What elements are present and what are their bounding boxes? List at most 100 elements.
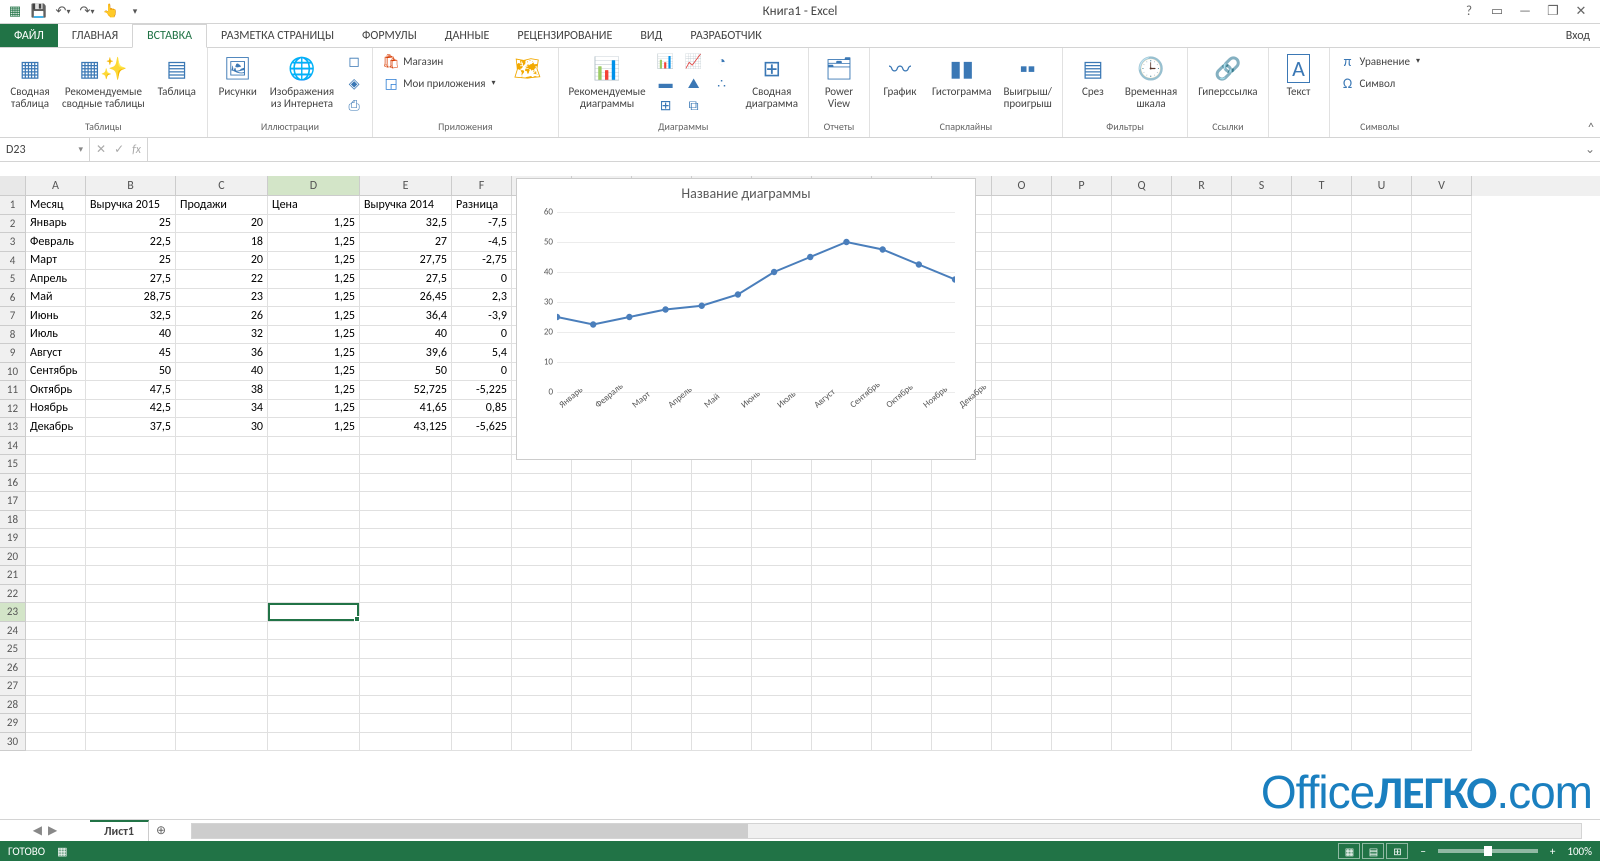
cell[interactable] <box>872 677 932 696</box>
cell[interactable] <box>360 622 452 641</box>
row-header[interactable]: 9 <box>0 344 26 363</box>
cell[interactable] <box>872 474 932 493</box>
cell[interactable] <box>992 529 1052 548</box>
cell[interactable] <box>1052 196 1112 215</box>
cell[interactable] <box>992 233 1052 252</box>
row-header[interactable]: 20 <box>0 548 26 567</box>
cell[interactable] <box>1412 696 1472 715</box>
cell[interactable] <box>1232 196 1292 215</box>
cell[interactable] <box>512 548 572 567</box>
cell[interactable] <box>1112 603 1172 622</box>
cell[interactable] <box>932 733 992 752</box>
column-header[interactable]: B <box>86 176 176 196</box>
cell[interactable] <box>1112 307 1172 326</box>
cell[interactable] <box>1352 307 1412 326</box>
sign-in-link[interactable]: Вход <box>1556 24 1600 47</box>
cell[interactable] <box>692 696 752 715</box>
cell[interactable] <box>1292 215 1352 234</box>
cell[interactable] <box>932 714 992 733</box>
cell[interactable] <box>268 529 360 548</box>
cell[interactable] <box>1352 622 1412 641</box>
cell[interactable] <box>1172 233 1232 252</box>
cell[interactable] <box>452 659 512 678</box>
cell[interactable] <box>452 714 512 733</box>
cell[interactable] <box>452 677 512 696</box>
row-header[interactable]: 26 <box>0 659 26 678</box>
row-header[interactable]: 27 <box>0 677 26 696</box>
cell[interactable] <box>1292 437 1352 456</box>
tab-file[interactable]: ФАЙЛ <box>0 24 58 47</box>
cell[interactable] <box>1292 696 1352 715</box>
cell[interactable] <box>1412 344 1472 363</box>
cell[interactable] <box>992 196 1052 215</box>
cell[interactable]: Июль <box>26 326 86 345</box>
cell[interactable] <box>26 529 86 548</box>
cell[interactable] <box>632 529 692 548</box>
scatter-chart-button[interactable]: ∴ <box>710 72 738 94</box>
cell[interactable] <box>1352 326 1412 345</box>
cell[interactable]: 42,5 <box>86 400 176 419</box>
cell[interactable] <box>572 603 632 622</box>
row-header[interactable]: 23 <box>0 603 26 622</box>
cell[interactable] <box>1352 196 1412 215</box>
cell[interactable] <box>1412 640 1472 659</box>
cell[interactable]: 0,85 <box>452 400 512 419</box>
row-header[interactable]: 18 <box>0 511 26 530</box>
cell[interactable] <box>452 492 512 511</box>
sheet-tab-active[interactable]: Лист1 <box>90 820 149 842</box>
cell[interactable]: 20 <box>176 215 268 234</box>
cell[interactable] <box>1352 455 1412 474</box>
cell[interactable] <box>1052 418 1112 437</box>
fx-icon[interactable]: fx <box>132 143 141 157</box>
column-header[interactable]: V <box>1412 176 1472 196</box>
cell[interactable] <box>1052 289 1112 308</box>
cell[interactable] <box>1172 566 1232 585</box>
cell[interactable] <box>176 437 268 456</box>
cell[interactable] <box>992 400 1052 419</box>
cell[interactable] <box>1292 474 1352 493</box>
cell[interactable] <box>632 566 692 585</box>
cell[interactable]: 32 <box>176 326 268 345</box>
cell[interactable] <box>692 622 752 641</box>
cell[interactable]: Май <box>26 289 86 308</box>
cell[interactable] <box>1172 474 1232 493</box>
cell[interactable] <box>86 640 176 659</box>
cell[interactable] <box>512 640 572 659</box>
cell[interactable] <box>992 659 1052 678</box>
cell[interactable]: Апрель <box>26 270 86 289</box>
cell[interactable]: -4,5 <box>452 233 512 252</box>
cell[interactable] <box>26 492 86 511</box>
cell[interactable] <box>752 714 812 733</box>
cell[interactable] <box>268 677 360 696</box>
cell[interactable] <box>752 566 812 585</box>
cell[interactable] <box>812 492 872 511</box>
cell[interactable] <box>1172 677 1232 696</box>
cell[interactable] <box>572 585 632 604</box>
column-header[interactable]: R <box>1172 176 1232 196</box>
cell[interactable]: 1,25 <box>268 307 360 326</box>
cell[interactable] <box>572 622 632 641</box>
cell[interactable] <box>752 603 812 622</box>
cell[interactable] <box>1412 585 1472 604</box>
cell[interactable] <box>86 511 176 530</box>
cell[interactable] <box>1292 307 1352 326</box>
cell[interactable] <box>1232 437 1292 456</box>
cell[interactable] <box>992 622 1052 641</box>
cell[interactable] <box>812 603 872 622</box>
cell[interactable] <box>632 492 692 511</box>
tab-вставка[interactable]: ВСТАВКА <box>132 24 207 48</box>
cell[interactable] <box>1232 270 1292 289</box>
cell[interactable] <box>572 696 632 715</box>
cell[interactable]: Июнь <box>26 307 86 326</box>
cell[interactable]: 20 <box>176 252 268 271</box>
worksheet-grid[interactable]: ABCDEFGHIJKLMNOPQRSTUV 1МесяцВыручка 201… <box>0 176 1600 823</box>
cell[interactable] <box>26 714 86 733</box>
cell[interactable]: Цена <box>268 196 360 215</box>
cell[interactable] <box>1232 677 1292 696</box>
cell[interactable] <box>1052 603 1112 622</box>
cell[interactable] <box>512 696 572 715</box>
cell[interactable] <box>992 696 1052 715</box>
cell[interactable] <box>992 307 1052 326</box>
cell[interactable] <box>1412 677 1472 696</box>
cell[interactable] <box>1172 603 1232 622</box>
